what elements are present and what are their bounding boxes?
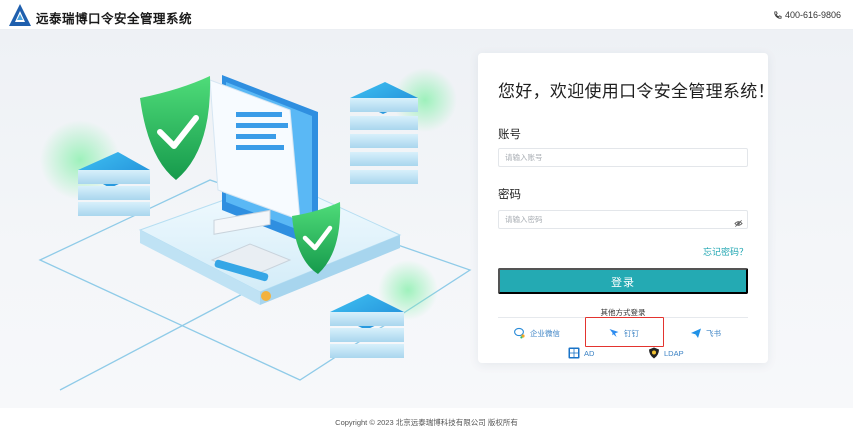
wecom-icon [514, 327, 525, 339]
ad-label: AD [584, 348, 595, 358]
windows-ad-icon [568, 347, 580, 359]
welcome-heading: 您好，欢迎使用口令安全管理系统！ [498, 82, 775, 101]
feishu-label: 飞书 [706, 328, 721, 338]
account-input[interactable] [498, 148, 748, 167]
highlight-box [585, 317, 664, 347]
phone-icon [774, 10, 782, 19]
login-button[interactable]: 登录 [498, 268, 748, 294]
password-label: 密码 [498, 189, 521, 201]
password-input[interactable] [498, 210, 748, 229]
brand-title: 远泰瑞博口令安全管理系统 [36, 12, 193, 26]
main-stage: 您好，欢迎使用口令安全管理系统！ 账号 密码 忘记密码？ 登录 其他方式登录 企… [0, 30, 853, 408]
ad-login[interactable]: AD [568, 347, 594, 359]
footer-copyright: Copyright © 2023 北京远泰瑞博科技有限公司 版权所有 [0, 408, 853, 437]
forgot-password-link[interactable]: 忘记密码？ [703, 245, 748, 258]
account-label: 账号 [498, 129, 521, 141]
hotline: 400-616-9806 [773, 10, 841, 20]
feishu-login[interactable]: 飞书 [690, 327, 721, 339]
feishu-icon [691, 328, 701, 338]
wecom-login[interactable]: 企业微信 [514, 327, 560, 339]
hotline-number: 400-616-9806 [784, 10, 841, 20]
login-card: 您好，欢迎使用口令安全管理系统！ 账号 密码 忘记密码？ 登录 其他方式登录 企… [478, 53, 775, 363]
wecom-label: 企业微信 [530, 328, 560, 338]
top-bar: 远泰瑞博口令安全管理系统 400-616-9806 [0, 0, 853, 30]
security-illustration [38, 68, 472, 391]
ldap-label: LDAP [664, 348, 684, 358]
company-logo-icon [9, 4, 31, 26]
ldap-icon [649, 347, 659, 359]
eye-hidden-icon[interactable] [734, 219, 743, 228]
ldap-login[interactable]: LDAP [648, 347, 684, 359]
